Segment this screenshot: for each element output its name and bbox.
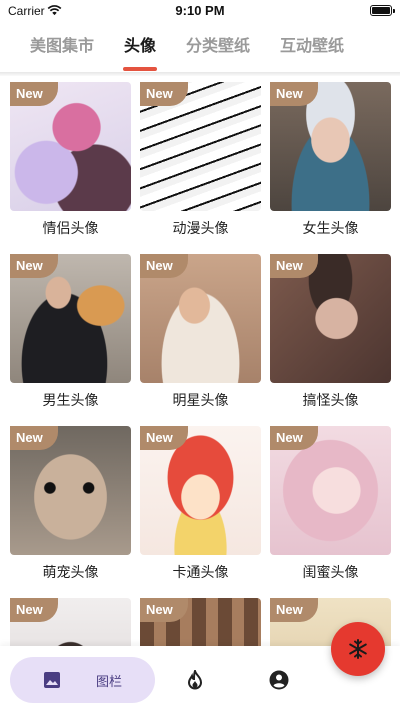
new-badge: New xyxy=(140,82,188,106)
snowflake-fab-button[interactable] xyxy=(331,622,385,676)
user-circle-icon[interactable] xyxy=(269,670,289,690)
tab-interactive-wallpaper[interactable]: 互动壁纸 xyxy=(280,23,344,71)
card-caption: 动漫头像 xyxy=(172,221,229,237)
tab-avatar[interactable]: 头像 xyxy=(124,23,156,71)
card-caption: 搞怪头像 xyxy=(302,393,359,409)
card-caption: 女生头像 xyxy=(302,221,359,237)
nav-item-gallery[interactable]: 图栏 xyxy=(10,657,155,703)
new-badge: New xyxy=(10,254,58,278)
status-bar: Carrier 9:10 PM xyxy=(0,0,400,22)
new-badge: New xyxy=(140,426,188,450)
new-badge: New xyxy=(270,254,318,278)
top-tab-bar: 美图集市 头像 分类壁纸 互动壁纸 xyxy=(0,22,400,72)
card-caption: 明星头像 xyxy=(172,393,229,409)
tab-category-wallpaper[interactable]: 分类壁纸 xyxy=(186,23,250,71)
card-caption: 情侣头像 xyxy=(42,221,99,237)
tab-market[interactable]: 美图集市 xyxy=(30,23,94,71)
new-badge: New xyxy=(270,82,318,106)
new-badge: New xyxy=(140,254,188,278)
tab-divider xyxy=(0,72,400,76)
new-badge: New xyxy=(10,598,58,622)
card-caption: 萌宠头像 xyxy=(42,565,99,581)
new-badge: New xyxy=(270,426,318,450)
card-caption: 男生头像 xyxy=(42,393,99,409)
new-badge: New xyxy=(140,598,188,622)
new-badge: New xyxy=(270,598,318,622)
image-icon xyxy=(44,672,60,688)
fire-icon[interactable] xyxy=(186,670,204,690)
card-caption: 闺蜜头像 xyxy=(302,565,359,581)
card-caption: 卡通头像 xyxy=(172,565,229,581)
new-badge: New xyxy=(10,82,58,106)
battery-icon xyxy=(370,5,395,16)
nav-item-label: 图栏 xyxy=(96,675,123,690)
new-badge: New xyxy=(10,426,58,450)
clock: 9:10 PM xyxy=(175,3,225,18)
snowflake-icon xyxy=(349,639,367,659)
